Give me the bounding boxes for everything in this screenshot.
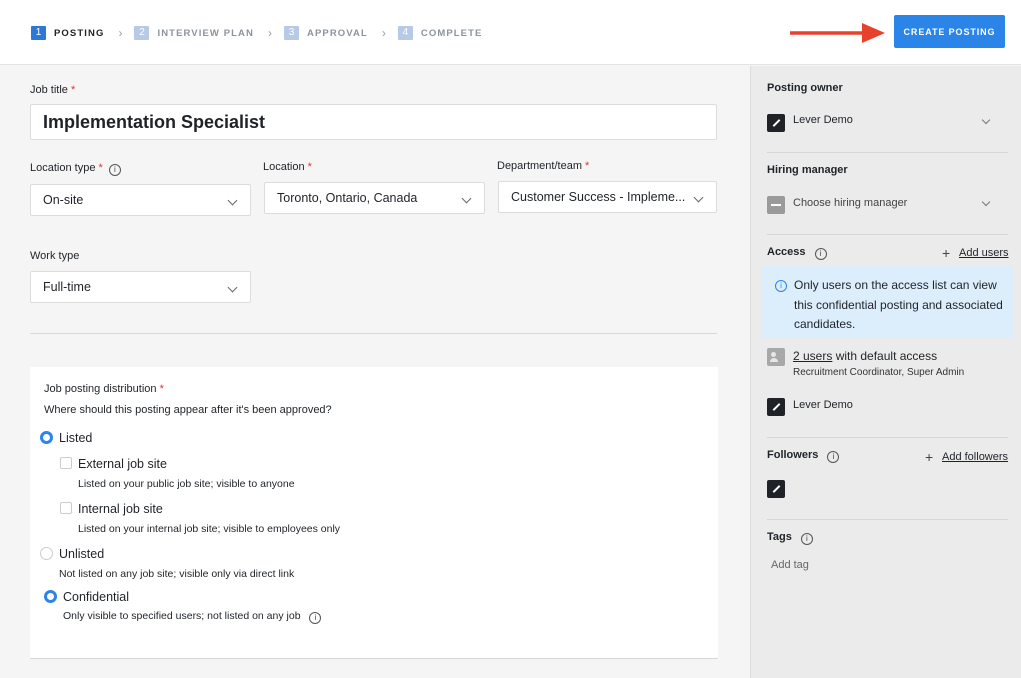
listed-radio[interactable] [40,431,53,444]
chevron-right-icon: › [381,26,386,40]
followers-heading: Followers i [767,449,840,463]
info-icon[interactable]: i [814,248,827,260]
add-tag-input[interactable]: Add tag [771,559,809,571]
step-number: 4 [397,26,413,40]
avatar-icon[interactable] [767,480,785,498]
department-value: Customer Success - Impleme... [511,190,686,204]
right-sidebar: Posting owner Lever Demo Hiring manager … [750,66,1021,678]
step-complete[interactable]: 4 COMPLETE [397,26,483,40]
distribution-question: Where should this posting appear after i… [44,404,332,416]
unlisted-radio[interactable] [40,547,53,560]
chevron-down-icon [227,195,238,206]
step-label: INTERVIEW PLAN [157,27,254,39]
internal-job-site-checkbox[interactable] [60,502,72,514]
users-roles: Recruitment Coordinator, Super Admin [793,367,965,378]
info-icon: i [775,280,787,292]
chevron-down-icon [227,282,238,293]
info-icon[interactable]: i [108,164,121,176]
distribution-card: Job posting distribution * Where should … [30,367,718,659]
info-icon[interactable]: i [800,533,813,545]
divider [767,519,1008,520]
work-type-select[interactable]: Full-time [30,271,251,303]
step-interview-plan[interactable]: 2 INTERVIEW PLAN [134,26,254,40]
location-select[interactable]: Toronto, Ontario, Canada [264,182,485,214]
internal-job-site-label[interactable]: Internal job site [78,502,163,516]
location-type-label: Location type * i [30,162,121,176]
divider [767,437,1008,438]
plus-icon[interactable]: + [925,450,933,464]
hiring-manager-heading: Hiring manager [767,164,848,176]
avatar-icon [767,114,785,132]
info-icon[interactable]: i [827,451,840,463]
listed-label[interactable]: Listed [59,431,92,445]
access-member-name: Lever Demo [793,399,853,411]
stepper: 1 POSTING › 2 INTERVIEW PLAN › 3 APPROVA… [31,26,482,40]
step-number: 1 [31,26,46,40]
chevron-down-icon [693,192,704,203]
work-type-label: Work type [30,250,80,262]
step-approval[interactable]: 3 APPROVAL [283,26,368,40]
access-heading: Access i [767,246,827,260]
step-posting[interactable]: 1 POSTING [31,26,104,40]
default-access-users: 2 users with default access [793,349,938,363]
chevron-down-icon [981,197,991,207]
department-select[interactable]: Customer Success - Impleme... [498,181,717,213]
avatar-icon [767,196,785,214]
confidential-desc: Only visible to specified users; not lis… [63,610,322,624]
work-type-value: Full-time [43,280,91,294]
posting-form: Job title * Implementation Specialist Lo… [0,66,750,678]
chevron-right-icon: › [118,26,123,40]
add-followers-link[interactable]: Add followers [942,451,1008,463]
avatar-icon [767,398,785,416]
external-job-site-label[interactable]: External job site [78,457,167,471]
posting-owner-name: Lever Demo [793,114,853,126]
step-number: 3 [283,26,299,40]
location-label: Location * [263,161,312,173]
internal-job-site-desc: Listed on your internal job site; visibl… [78,523,341,535]
step-label: COMPLETE [420,27,483,39]
department-label: Department/team * [497,160,590,172]
step-label: APPROVAL [306,27,368,39]
step-number: 2 [134,26,150,40]
hiring-manager-placeholder: Choose hiring manager [793,197,908,209]
job-title-label: Job title * [30,84,76,96]
step-label: POSTING [54,27,105,39]
notice-text: Only users on the access list can view t… [794,278,1003,331]
divider [767,152,1008,153]
confidential-notice: i Only users on the access list can view… [761,266,1013,338]
location-type-value: On-site [43,193,84,207]
confidential-radio[interactable] [44,590,57,603]
location-type-select[interactable]: On-site [30,184,251,216]
unlisted-label[interactable]: Unlisted [59,547,104,561]
create-posting-button[interactable]: CREATE POSTING [894,15,1005,48]
add-users-link[interactable]: Add users [959,247,1009,259]
plus-icon[interactable]: + [942,246,950,260]
posting-owner-heading: Posting owner [767,82,843,94]
unlisted-desc: Not listed on any job site; visible only… [59,568,295,580]
red-arrow-annotation [790,23,885,43]
job-title-input[interactable]: Implementation Specialist [30,104,717,140]
external-job-site-desc: Listed on your public job site; visible … [78,478,295,490]
divider [767,234,1008,235]
chevron-down-icon [461,193,472,204]
location-value: Toronto, Ontario, Canada [277,191,418,205]
users-link[interactable]: 2 users [793,349,832,363]
tags-heading: Tags i [767,531,813,545]
distribution-title: Job posting distribution * [44,383,164,395]
chevron-right-icon: › [267,26,272,40]
chevron-down-icon [981,115,991,125]
confidential-label[interactable]: Confidential [63,590,129,604]
info-icon[interactable]: i [309,612,322,624]
divider [30,333,717,334]
users-icon [767,348,785,366]
external-job-site-checkbox[interactable] [60,457,72,469]
